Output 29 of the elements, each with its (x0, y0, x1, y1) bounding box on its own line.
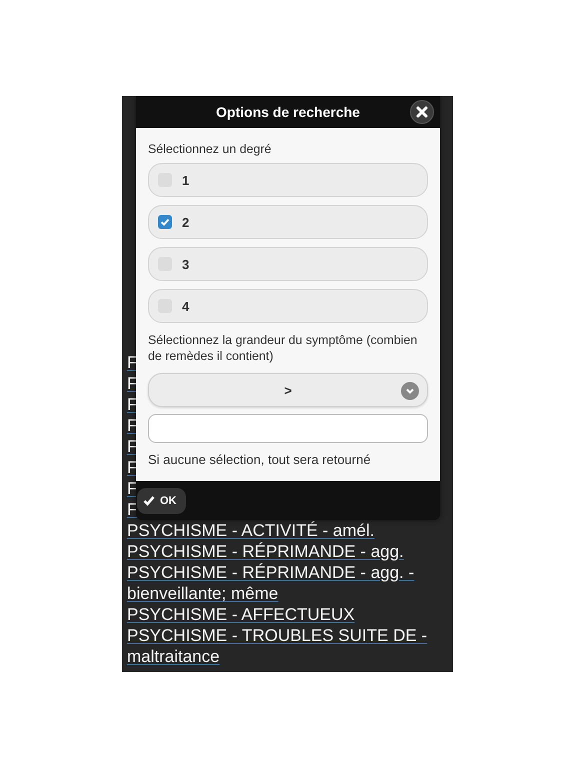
degree-option[interactable]: 2 (148, 205, 428, 239)
size-label: Sélectionnez la grandeur du symptôme (combien de remèdes il contient) (148, 332, 418, 364)
degree-option[interactable]: 1 (148, 163, 428, 197)
result-link[interactable]: PSYCHISME - AFFECTUEUX (127, 604, 355, 625)
check-icon (143, 495, 155, 506)
result-link[interactable]: PSYCHISME - RÉPRIMANDE - agg. - bienveillante; même (127, 562, 453, 604)
hint-text: Si aucune sélection, tout sera retourné (148, 452, 372, 467)
degree-label: Sélectionnez un degré (148, 141, 272, 157)
close-button[interactable] (410, 100, 434, 124)
result-link[interactable]: F (127, 457, 138, 478)
result-link[interactable]: F (127, 436, 138, 457)
result-link[interactable]: F (127, 499, 138, 520)
result-link[interactable]: PSYCHISME - ACTIVITÉ - amél. (127, 520, 374, 541)
result-link[interactable]: PSYCHISME - RÉPRIMANDE - agg. (127, 541, 404, 562)
checkbox[interactable] (158, 215, 172, 229)
result-link[interactable]: F (127, 478, 138, 499)
result-link[interactable]: F (127, 373, 138, 394)
degree-option[interactable]: 3 (148, 247, 428, 281)
result-link[interactable]: F (127, 352, 138, 373)
ok-button[interactable]: OK (137, 488, 186, 514)
result-link[interactable]: F (127, 394, 138, 415)
degree-option[interactable]: 4 (148, 289, 428, 323)
result-link[interactable]: F (127, 415, 138, 436)
size-select[interactable]: > (148, 373, 428, 407)
result-link[interactable]: PSYCHISME - TROUBLES SUITE DE - maltraitance (127, 625, 453, 667)
close-icon (416, 106, 428, 118)
chevron-down-icon (401, 382, 419, 400)
input-field[interactable] (148, 414, 428, 443)
dialog-title: Options de recherche (216, 104, 360, 120)
